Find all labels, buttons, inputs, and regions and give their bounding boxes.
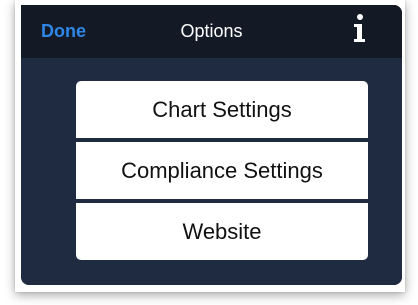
page-title: Options xyxy=(180,21,243,41)
navigation-bar: Done Options xyxy=(21,5,402,58)
website-button[interactable]: Website xyxy=(76,203,368,260)
compliance-settings-button[interactable]: Compliance Settings xyxy=(76,142,368,199)
options-popover: Done Options Chart Settings Compliance S… xyxy=(21,5,402,285)
compliance-settings-label: Compliance Settings xyxy=(121,157,323,183)
chart-settings-label: Chart Settings xyxy=(152,96,292,122)
options-list: Chart Settings Compliance Settings Websi… xyxy=(21,58,402,285)
chart-settings-button[interactable]: Chart Settings xyxy=(76,81,368,138)
info-icon[interactable] xyxy=(347,11,373,45)
website-label: Website xyxy=(182,218,262,244)
